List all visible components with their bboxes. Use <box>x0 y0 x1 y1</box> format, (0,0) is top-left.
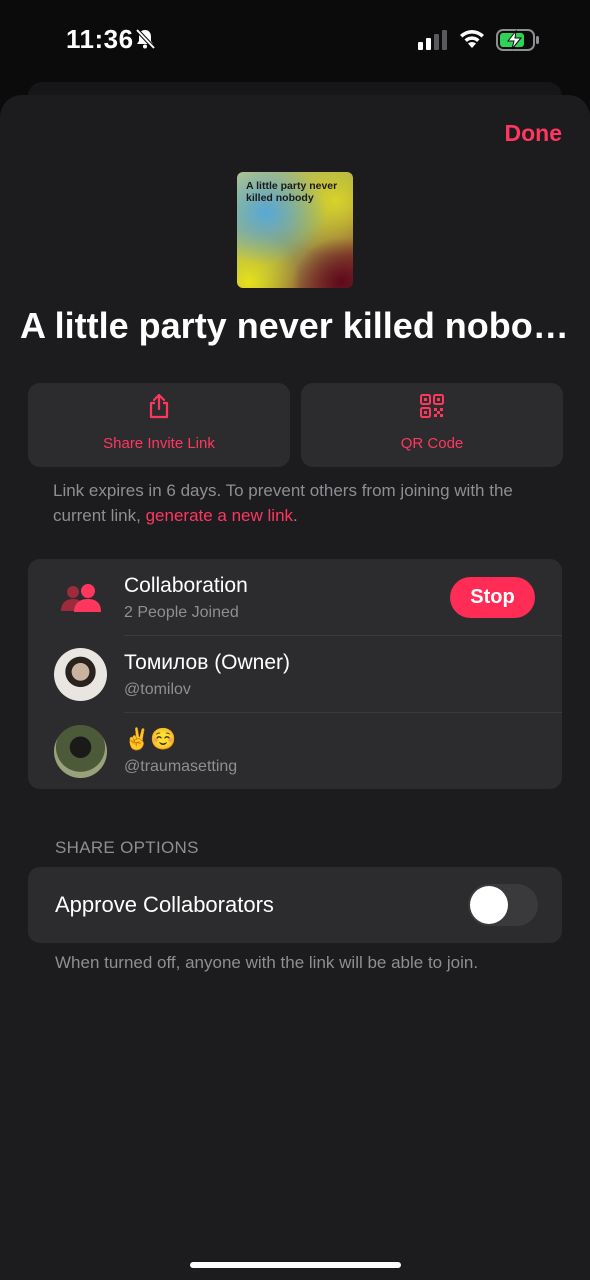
home-indicator[interactable] <box>190 1262 401 1268</box>
generate-new-link[interactable]: generate a new link <box>146 506 293 525</box>
playlist-artwork: A little party never killed nobody <box>237 172 353 288</box>
approve-collaborators-label: Approve Collaborators <box>55 892 274 917</box>
done-button[interactable]: Done <box>505 120 563 147</box>
artwork-title: A little party never killed nobody <box>246 180 338 204</box>
approve-footnote: When turned off, anyone with the link wi… <box>55 953 479 972</box>
expiry-suffix: . <box>293 506 298 525</box>
link-expiry-text: Link expires in 6 days. To prevent other… <box>53 478 553 528</box>
wifi-icon <box>460 30 484 48</box>
qr-code-button[interactable]: QR Code <box>301 383 563 467</box>
member-name: Томилов (Owner) <box>124 651 291 674</box>
approve-collaborators-toggle[interactable] <box>468 884 538 926</box>
playlist-title: A little party never killed nobody <box>20 305 570 346</box>
member-row[interactable]: ✌️☺️ @traumasetting <box>28 713 562 789</box>
status-bar: 11:36 <box>0 0 590 80</box>
collaboration-row: Collaboration 2 People Joined Stop <box>28 559 562 636</box>
battery-charging-icon <box>496 29 539 51</box>
qr-code-icon <box>420 394 444 418</box>
people-icon <box>61 584 101 612</box>
approve-collaborators-row: Approve Collaborators <box>28 867 562 943</box>
bell-slash-icon <box>135 28 156 50</box>
collaboration-title: Collaboration <box>124 574 248 597</box>
collaboration-sheet: Done A little party never killed nobody … <box>0 95 590 1280</box>
avatar <box>54 648 107 701</box>
signal-icon <box>418 30 447 50</box>
people-joined-count: 2 People Joined <box>124 604 239 621</box>
avatar <box>54 725 107 778</box>
status-time: 11:36 <box>66 24 134 54</box>
screen: 11:36 Done A little party never killed n… <box>0 0 590 1280</box>
qr-code-label: QR Code <box>400 435 464 452</box>
share-icon <box>149 393 169 419</box>
member-handle: @traumasetting <box>124 758 238 775</box>
share-invite-link-button[interactable]: Share Invite Link <box>28 383 290 467</box>
toggle-knob <box>470 886 508 924</box>
share-options-header: SHARE OPTIONS <box>55 838 199 857</box>
collaboration-card: Collaboration 2 People Joined Stop Томил… <box>28 559 562 789</box>
share-invite-link-label: Share Invite Link <box>103 435 215 452</box>
member-handle: @tomilov <box>124 681 191 698</box>
member-name: ✌️☺️ <box>124 728 177 751</box>
stop-collaboration-button[interactable]: Stop <box>450 577 535 618</box>
member-row[interactable]: Томилов (Owner) @tomilov <box>28 636 562 713</box>
